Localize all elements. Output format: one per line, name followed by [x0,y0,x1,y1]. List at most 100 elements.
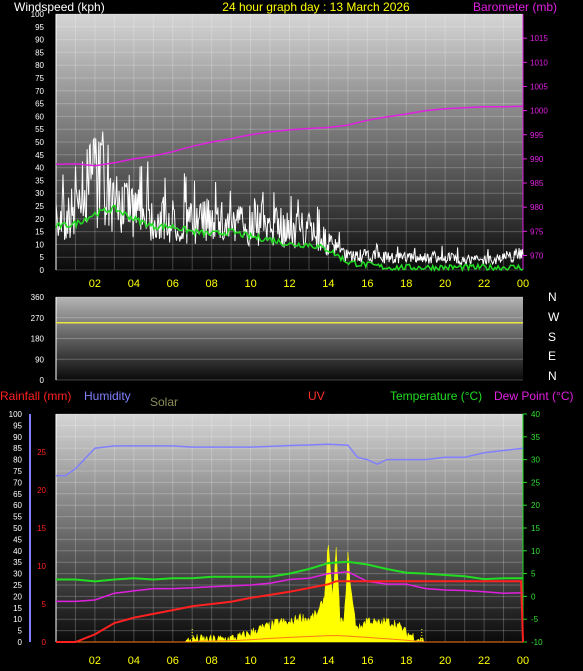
compass-w: W [548,310,560,324]
windspeed-tick-label: 25 [35,202,44,211]
humidity-tick-label: 40 [13,547,22,556]
temperature-label: Temperature (°C) [390,389,482,403]
humidity-tick-label: 45 [13,535,22,544]
hour-tick-label: 04 [128,278,140,290]
chart-title: 24 hour graph day : 13 March 2026 [222,0,410,14]
direction-tick-label: 90 [35,355,44,364]
hour-tick-label: 06 [167,278,179,290]
windspeed-tick-label: 5 [40,253,45,262]
humidity-tick-label: 90 [13,433,22,442]
compass-e: E [548,349,556,363]
humidity-tick-label: 10 [13,615,22,624]
windspeed-tick-label: 30 [35,189,44,198]
windspeed-tick-label: 0 [40,266,45,275]
rainfall-label: Rainfall (mm) [0,389,71,403]
hour-tick-label: 16 [361,278,373,290]
windspeed-tick-label: 90 [35,36,44,45]
temperature-tick-label: 10 [531,547,540,556]
windspeed-tick-label: 45 [35,151,44,160]
rainfall-tick-label: 0 [42,638,47,647]
compass-n-top: N [548,290,557,304]
windspeed-tick-label: 65 [35,100,44,109]
windspeed-tick-label: 50 [35,138,44,147]
humidity-tick-label: 55 [13,513,22,522]
humidity-tick-label: 15 [13,604,22,613]
temperature-tick-label: 35 [531,433,540,442]
humidity-tick-label: 100 [9,410,23,419]
barometer-tick-label: 970 [530,252,544,261]
temperature-tick-label: 0 [531,592,536,601]
rainfall-tick-label: 10 [37,562,46,571]
rainfall-tick-label: 15 [37,524,46,533]
barometer-tick-label: 985 [530,179,544,188]
windspeed-tick-label: 15 [35,228,44,237]
hour-tick-label: 14 [322,655,334,667]
temperature-tick-label: 15 [531,524,540,533]
humidity-tick-label: 60 [13,501,22,510]
barometer-tick-label: 995 [530,131,544,140]
humidity-tick-label: 50 [13,524,22,533]
uv-label: UV [308,389,325,403]
hour-tick-label: 06 [167,655,179,667]
humidity-label: Humidity [84,389,131,403]
direction-tick-label: 270 [31,314,45,323]
windspeed-tick-label: 40 [35,164,44,173]
hour-tick-label: 04 [128,655,140,667]
windspeed-tick-label: 70 [35,87,44,96]
direction-tick-label: 180 [31,335,45,344]
humidity-tick-label: 35 [13,558,22,567]
hour-tick-label: 10 [244,278,256,290]
windspeed-tick-label: 60 [35,112,44,121]
windspeed-tick-label: 85 [35,48,44,57]
windspeed-tick-label: 10 [35,240,44,249]
humidity-tick-label: 30 [13,570,22,579]
hour-tick-label: 12 [283,655,295,667]
temperature-tick-label: 25 [531,478,540,487]
hour-tick-label: 22 [478,278,490,290]
hour-tick-label: 02 [89,655,101,667]
compass-s: S [548,330,556,344]
compass-labels: N W S E N [548,290,560,383]
temperature-tick-label: 5 [531,570,536,579]
temperature-tick-label: -5 [531,615,539,624]
barometer-tick-label: 1000 [530,107,548,116]
barometer-tick-label: 980 [530,203,544,212]
hour-tick-label: 10 [244,655,256,667]
dewpoint-label: Dew Point (°C) [494,389,573,403]
humidity-tick-label: 0 [18,638,23,647]
humidity-tick-label: 65 [13,490,22,499]
windspeed-axis-label: Windspeed (kph) [14,0,105,14]
temperature-tick-label: 30 [531,456,540,465]
rainfall-tick-label: 25 [37,448,46,457]
weather-graph: 02 04 06 08 10 12 14 16 18 20 22 0002 04 06 08 10 12 14 16… [0,0,573,667]
windspeed-tick-label: 75 [35,74,44,83]
windspeed-tick-label: 80 [35,61,44,70]
barometer-tick-label: 1005 [530,82,548,91]
hour-tick-label: 18 [400,655,412,667]
barometer-axis-label: Barometer (mb) [473,0,557,14]
hour-tick-label: 22 [478,655,490,667]
hour-tick-label: 00 [517,655,529,667]
hour-tick-label: 16 [361,655,373,667]
temperature-tick-label: 20 [531,501,540,510]
humidity-tick-label: 5 [18,627,23,636]
humidity-tick-label: 70 [13,478,22,487]
windspeed-tick-label: 95 [35,23,44,32]
hour-tick-label: 14 [322,278,334,290]
humidity-tick-label: 25 [13,581,22,590]
hour-tick-label: 08 [206,655,218,667]
hour-tick-label: 08 [206,278,218,290]
humidity-tick-label: 75 [13,467,22,476]
humidity-tick-label: 20 [13,592,22,601]
temperature-tick-label: 40 [531,410,540,419]
rainfall-tick-label: 20 [37,486,46,495]
humidity-tick-label: 85 [13,444,22,453]
hour-tick-label: 00 [517,278,529,290]
hour-tick-label: 02 [89,278,101,290]
hour-tick-label: 20 [439,278,451,290]
hour-tick-label: 20 [439,655,451,667]
barometer-tick-label: 1010 [530,58,548,67]
humidity-tick-label: 80 [13,456,22,465]
barometer-tick-label: 1015 [530,34,548,43]
temperature-tick-label: -10 [531,638,543,647]
